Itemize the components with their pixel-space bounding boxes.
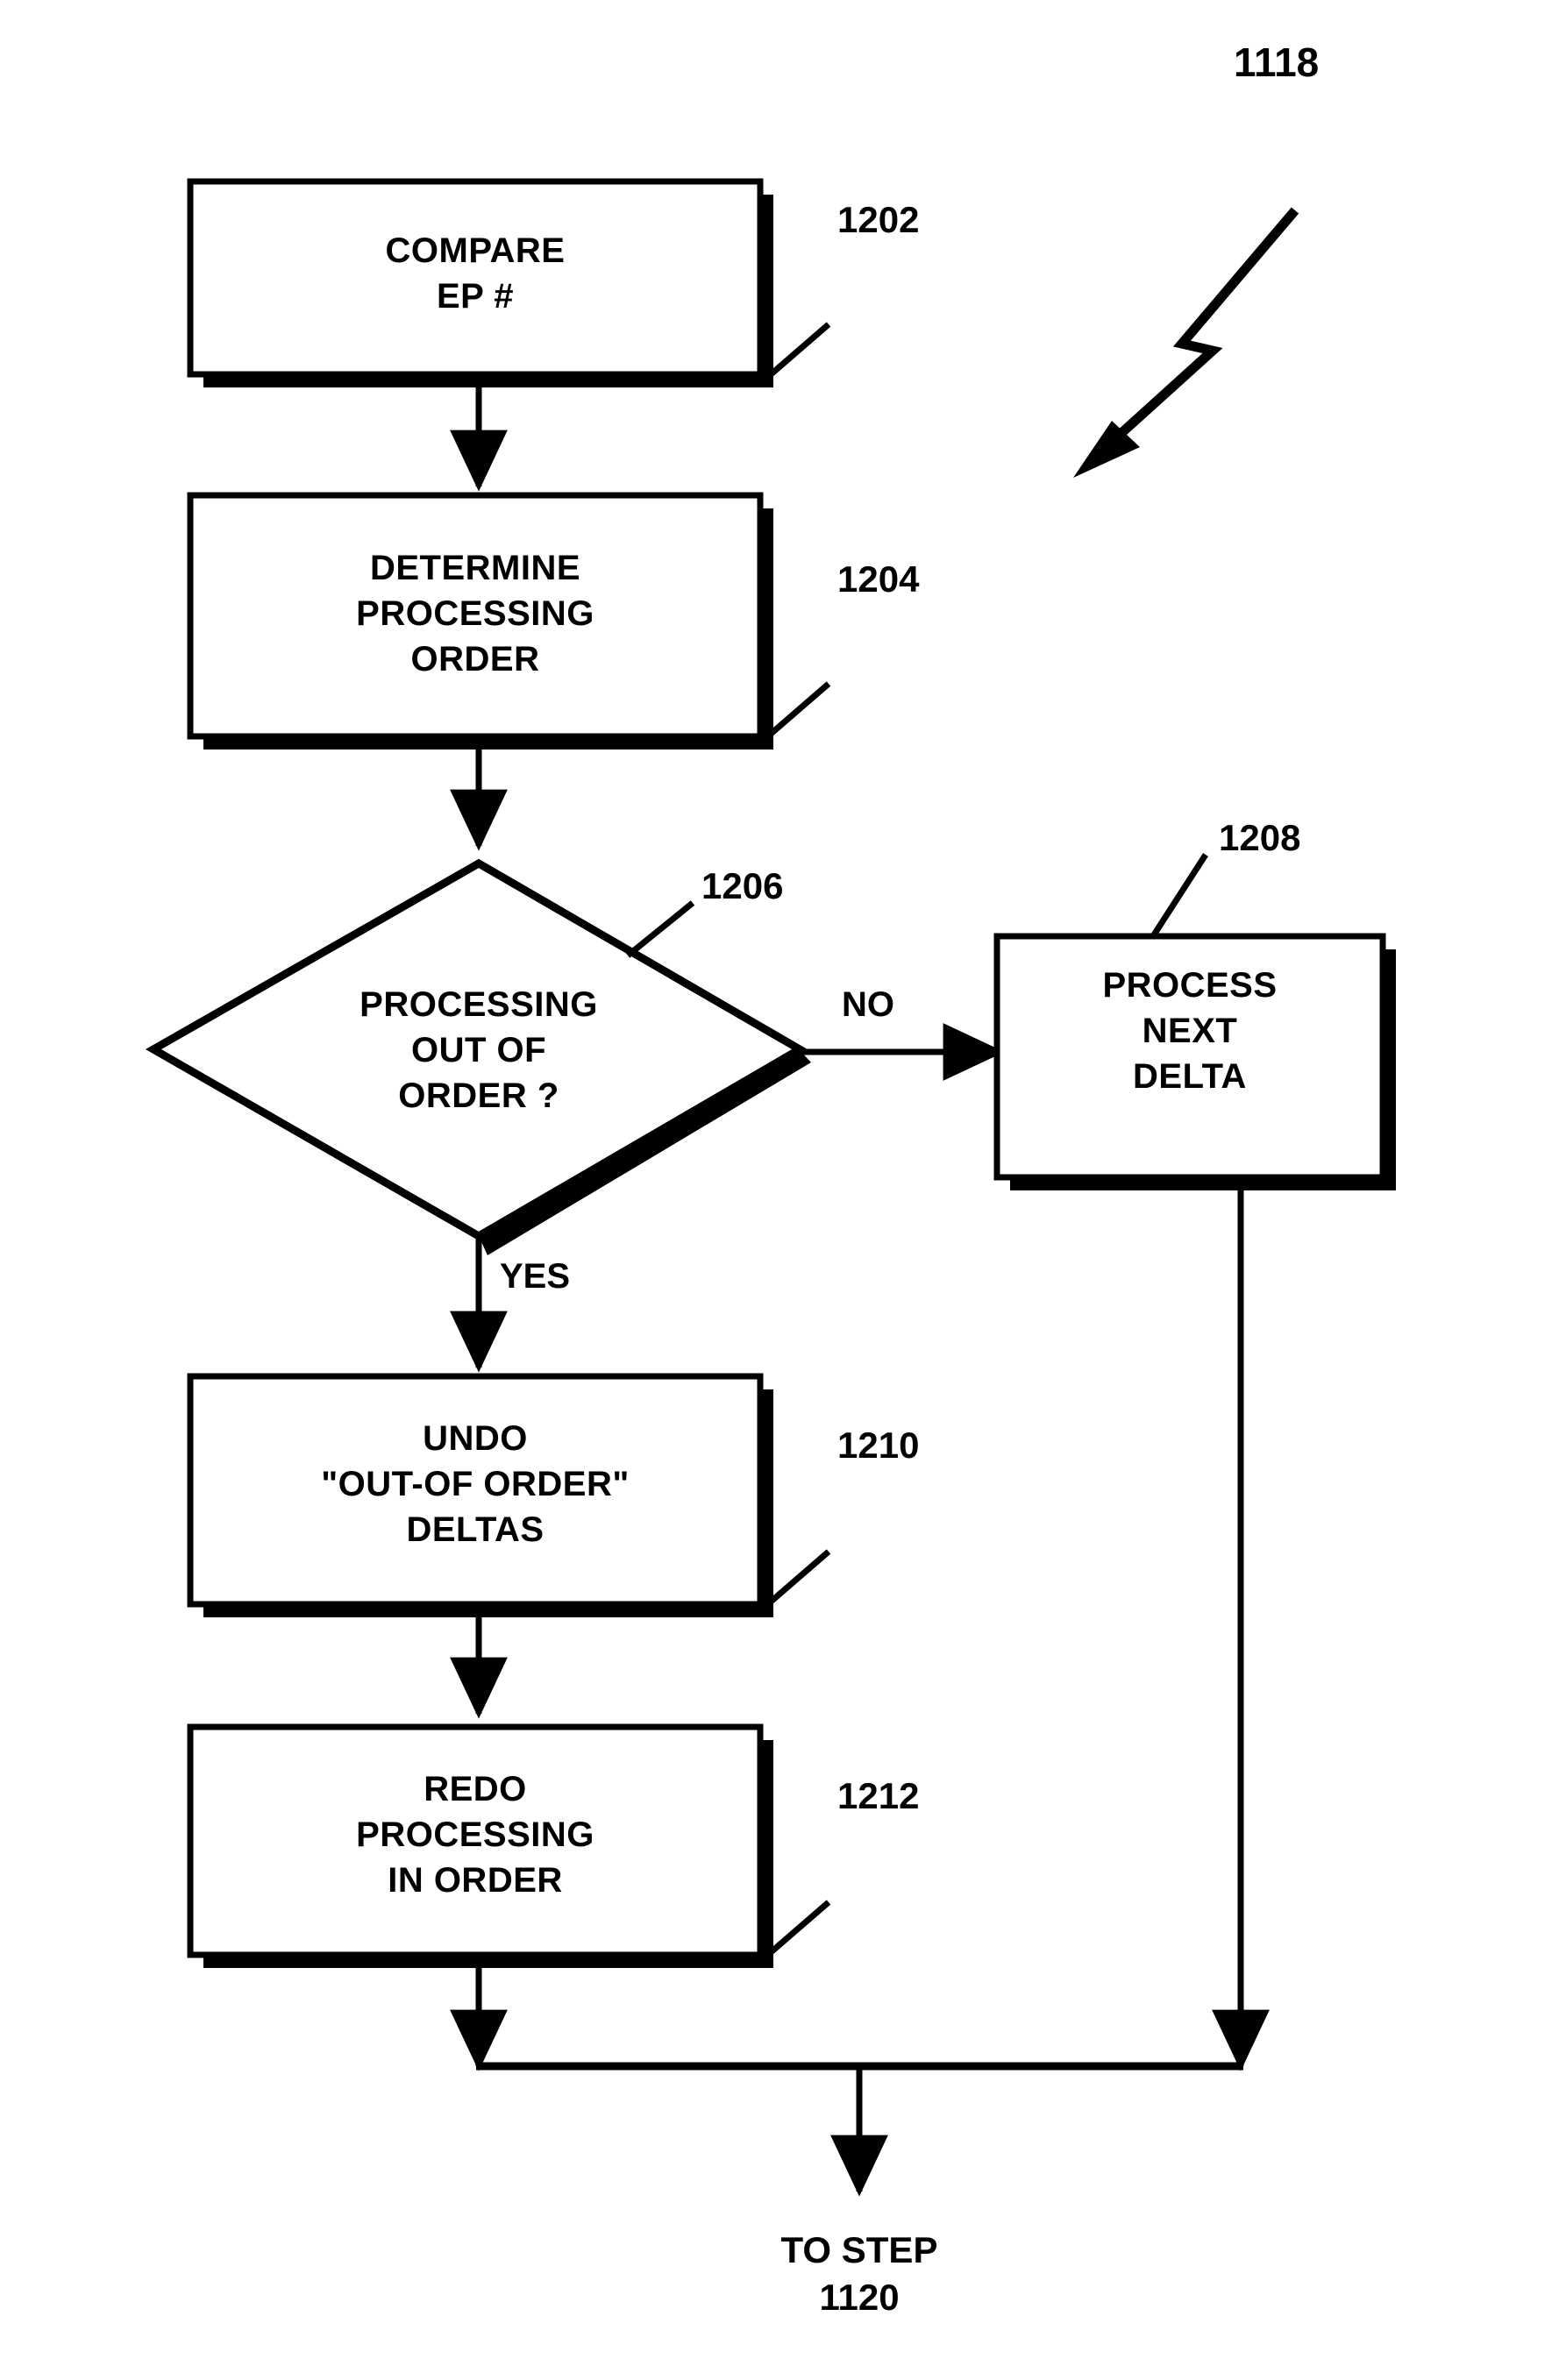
node-compare-ep[interactable]: [187, 178, 773, 387]
reference-numeral-1208: 1208: [1219, 817, 1301, 858]
reference-numeral-1204: 1204: [837, 558, 920, 600]
node-processing-out-of-order[interactable]: [145, 858, 811, 1255]
node-outline: [187, 1723, 764, 1958]
terminal-label-to-step: TO STEP 1120: [780, 2229, 938, 2318]
node-outline: [187, 178, 764, 378]
node-redo-processing-in-order[interactable]: [187, 1723, 773, 1968]
figure-reference-numeral-1118: 1118: [1234, 39, 1320, 85]
patent-figure: COMPARE EP # DETERMINE PROCESSING ORDER …: [0, 0, 1566, 2380]
figure-pointer-line: [1091, 207, 1299, 462]
leader-line-1208: [1150, 853, 1208, 938]
reference-numeral-1206: 1206: [701, 865, 784, 906]
node-process-next-delta[interactable]: [993, 933, 1396, 1190]
node-outline: [993, 933, 1386, 1181]
node-outline: [145, 858, 808, 1241]
edge-label-yes: YES: [500, 1257, 571, 1296]
node-outline: [187, 492, 764, 740]
reference-numeral-1210: 1210: [837, 1424, 920, 1466]
edge-label-no: NO: [842, 985, 894, 1024]
node-outline: [187, 1373, 764, 1608]
leader-line-1206: [625, 900, 695, 958]
node-undo-out-of-order-deltas[interactable]: [187, 1373, 773, 1617]
node-determine-processing-order[interactable]: [187, 492, 773, 750]
reference-numeral-1212: 1212: [837, 1775, 920, 1816]
reference-numeral-1202: 1202: [837, 199, 920, 240]
flowchart-canvas: [145, 178, 1396, 2197]
